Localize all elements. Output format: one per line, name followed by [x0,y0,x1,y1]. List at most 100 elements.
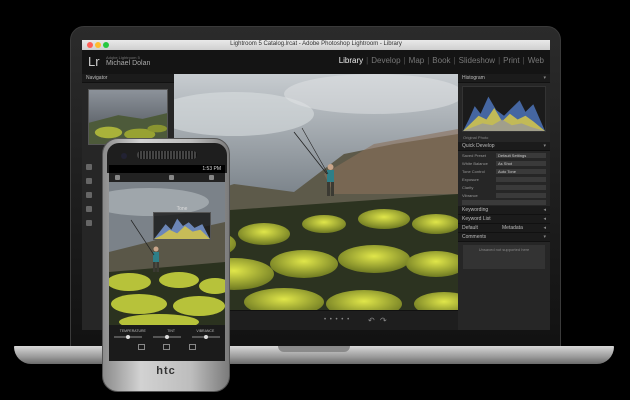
vibrance-slider[interactable] [191,335,220,339]
auto-tone-button[interactable]: Auto Tone [496,168,546,174]
clarity-stepper[interactable] [496,184,546,190]
navigator-thumbnail-image [89,90,167,144]
mobile-histogram-label: Tone [176,206,188,212]
publish-icon[interactable] [86,192,92,198]
adjustment-controls: TEMPERATURE TINT VIBRANCE [109,325,225,361]
collapse-triangle-icon: ▾ [543,143,546,149]
original-photo-toggle[interactable]: Original Photo [458,135,550,142]
exposure-row: Exposure [458,175,550,183]
keyword-list-header[interactable]: Keyword List ◂ [458,215,550,224]
back-icon[interactable] [115,175,120,180]
mode-icons [109,338,225,350]
lightroom-logo: Lr [88,54,100,69]
saved-preset-select[interactable]: Default Settings [496,152,546,158]
htc-logo: htc [156,365,176,377]
tint-label: TINT [167,329,176,333]
export-icon[interactable] [86,220,92,226]
flickr-icon[interactable] [86,206,92,212]
keywording-title: Keywording [462,207,489,213]
tint-slider[interactable] [152,335,181,339]
rating-stars[interactable]: • • • • • [324,317,350,323]
mobile-histogram: Tone [153,206,211,240]
white-balance-label: White Balance [462,160,488,166]
right-panel: Histogram ▾ Original Photo Quick Develop… [458,74,550,330]
vibrance-row: Vibrance [458,191,550,199]
quick-develop-header[interactable]: Quick Develop ▾ [458,142,550,151]
module-slideshow[interactable]: Slideshow [457,56,497,65]
clarity-row: Clarity [458,183,550,191]
white-balance-row: White Balance As Shot [458,159,550,167]
comments-box[interactable]: Unsaved not supported here [463,245,545,269]
speaker-grille [137,151,197,159]
collection-icon[interactable] [86,178,92,184]
collapse-triangle-icon: ◂ [543,225,546,231]
histogram-header[interactable]: Histogram ▾ [458,74,550,83]
module-picker: Library | Develop | Map | Book | Slideshow | … [337,56,546,65]
front-camera-icon [121,153,127,159]
metadata-preset[interactable]: Default [462,225,478,231]
clarity-label: Clarity [462,184,474,190]
exposure-label: Exposure [462,176,479,182]
collapse-triangle-icon: ▾ [543,75,546,81]
window-titlebar: Lightroom 5 Catalog.lrcat - Adobe Photos… [82,40,550,50]
navigator-title: Navigator [86,75,108,81]
module-book[interactable]: Book [430,56,452,65]
metadata-title: Metadata [502,225,523,231]
module-map[interactable]: Map [407,56,427,65]
phone-screen: 1:53 PM Tone TEMPERATURE TINT VIBRANCE [109,165,225,361]
quick-develop-title: Quick Develop [462,143,495,149]
comments-title: Comments [462,234,487,240]
mobile-histogram-graph [154,218,210,239]
module-library[interactable]: Library [337,56,365,65]
reset-all-button[interactable] [462,200,546,205]
folder-icon[interactable] [86,164,92,170]
collapse-triangle-icon: ▾ [543,234,546,240]
white-balance-select[interactable]: As Shot [496,160,546,166]
share-icon[interactable] [209,175,214,180]
left-panel-tools [86,164,96,234]
htc-phone: 1:53 PM Tone TEMPERATURE TINT VIBRANCE h… [102,138,230,392]
keyword-list-title: Keyword List [462,216,491,222]
laptop-notch [278,346,350,352]
saved-preset-row: Saved Preset Default Settings [458,151,550,159]
saved-preset-label: Saved Preset [462,152,487,158]
status-time: 1:53 PM [202,166,221,172]
reset-buttons [458,199,550,206]
crop-icon[interactable] [169,175,174,180]
metadata-header[interactable]: Default Metadata ◂ [458,224,550,233]
module-print[interactable]: Print [501,56,521,65]
vibrance-label: VIBRANCE [196,329,215,333]
status-bar: 1:53 PM [109,165,225,173]
control-sliders [109,333,225,339]
collapse-triangle-icon: ◂ [543,207,546,213]
mobile-toolbar [109,173,225,182]
module-web[interactable]: Web [526,56,546,65]
histogram-graph [463,96,545,131]
histogram-title: Histogram [462,75,485,81]
rotate-left-icon[interactable]: ↶ [368,316,375,325]
histogram [462,86,546,132]
tone-control-row: Tone Control Auto Tone [458,167,550,175]
filter-icon[interactable] [138,344,146,350]
temperature-slider[interactable] [114,335,143,339]
vibrance-stepper[interactable] [496,192,546,198]
module-header: Lr Adobe Lightroom 5 Michael Dolan Libra… [82,50,550,74]
module-develop[interactable]: Develop [369,56,402,65]
navigator-header[interactable]: Navigator [82,74,174,83]
keywording-header[interactable]: Keywording ◂ [458,206,550,215]
rotate-right-icon[interactable]: ↷ [380,316,387,325]
window-title: Lightroom 5 Catalog.lrcat - Adobe Photos… [230,41,402,47]
exposure-stepper[interactable] [496,176,546,182]
vibrance-label: Vibrance [462,192,478,198]
tone-control-label: Tone Control [462,168,485,174]
identity-plate: Michael Dolan [106,60,151,67]
crop-mode-icon[interactable] [188,344,196,350]
comments-header[interactable]: Comments ▾ [458,233,550,242]
mobile-landscape-photo [109,182,225,330]
control-labels: TEMPERATURE TINT VIBRANCE [109,325,225,333]
adjust-icon[interactable] [163,344,171,350]
mobile-photo[interactable]: Tone [109,182,225,330]
collapse-triangle-icon: ◂ [543,216,546,222]
navigator-preview[interactable] [88,89,168,145]
temperature-label: TEMPERATURE [119,329,146,333]
